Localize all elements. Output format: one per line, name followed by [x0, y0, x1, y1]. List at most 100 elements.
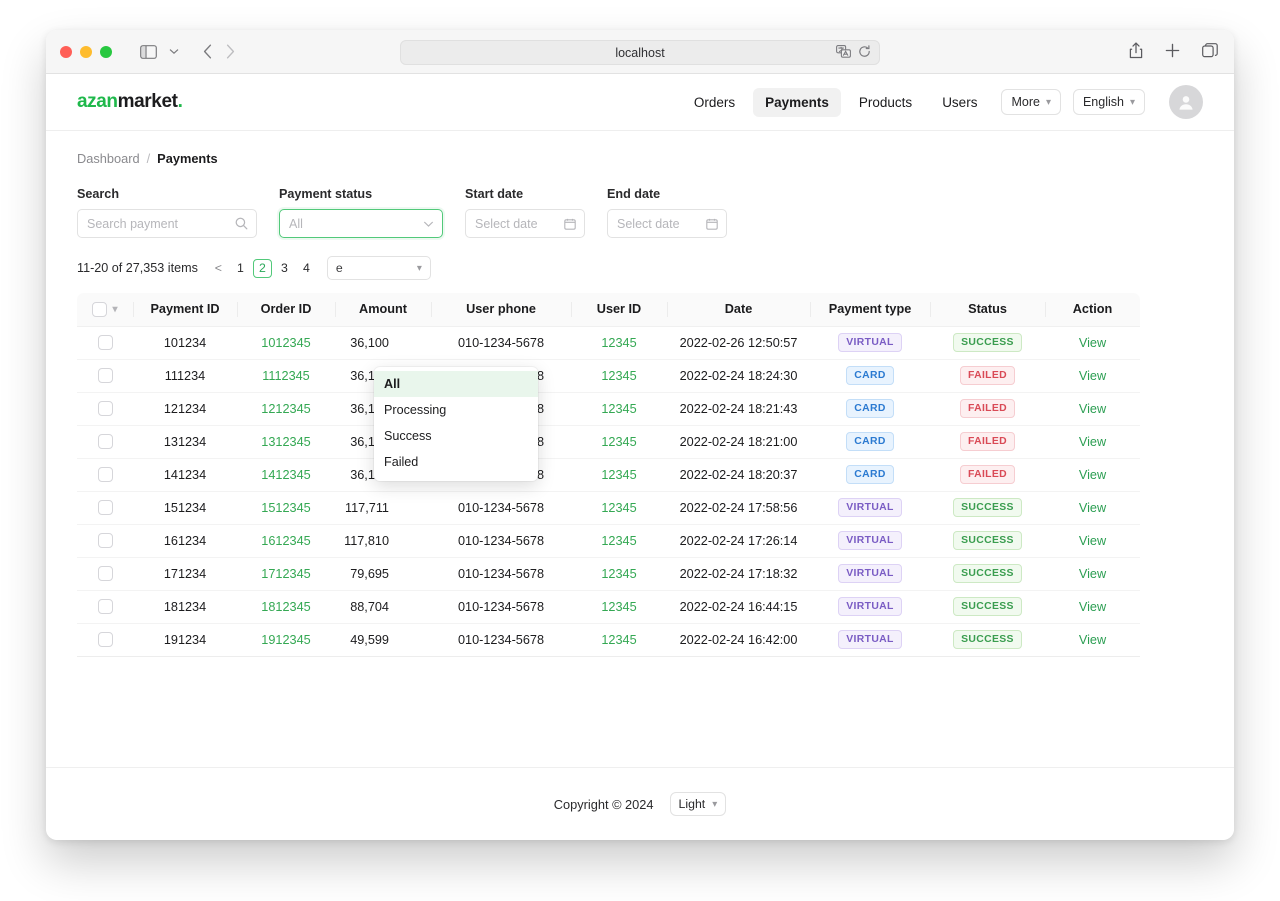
row-checkbox[interactable] — [98, 533, 113, 548]
close-window-button[interactable] — [60, 46, 72, 58]
dropdown-option-success[interactable]: Success — [374, 423, 538, 449]
user-id-link[interactable]: 12345 — [601, 633, 636, 647]
table-row[interactable]: 131234131234536,100010-1234-567812345202… — [77, 425, 1140, 458]
user-id-link[interactable]: 12345 — [601, 501, 636, 515]
row-checkbox-cell[interactable] — [77, 623, 133, 656]
table-row[interactable]: 141234141234536,100010-1234-567812345202… — [77, 458, 1140, 491]
cell-user-id[interactable]: 12345 — [571, 557, 667, 590]
row-checkbox-cell[interactable] — [77, 524, 133, 557]
cell-order-id[interactable]: 1312345 — [237, 425, 335, 458]
row-checkbox[interactable] — [98, 467, 113, 482]
cell-action[interactable]: View — [1045, 491, 1140, 524]
table-row[interactable]: 1612341612345117,810010-1234-56781234520… — [77, 524, 1140, 557]
search-icon[interactable] — [235, 217, 248, 230]
row-checkbox-cell[interactable] — [77, 491, 133, 524]
column-user-phone[interactable]: User phone — [431, 293, 571, 326]
view-link[interactable]: View — [1079, 534, 1106, 548]
plus-icon[interactable] — [1165, 43, 1180, 63]
nav-item-orders[interactable]: Orders — [682, 88, 747, 117]
avatar[interactable] — [1169, 85, 1203, 119]
order-id-link[interactable]: 1912345 — [261, 633, 310, 647]
page-size-select[interactable]: e ▾ — [327, 256, 431, 280]
tab-overview-icon[interactable] — [1202, 43, 1218, 63]
nav-item-products[interactable]: Products — [847, 88, 924, 117]
forward-arrow-icon[interactable] — [226, 44, 235, 59]
row-checkbox[interactable] — [98, 368, 113, 383]
column-payment-id[interactable]: Payment ID — [133, 293, 237, 326]
calendar-icon[interactable] — [706, 218, 718, 230]
row-checkbox[interactable] — [98, 632, 113, 647]
user-id-link[interactable]: 12345 — [601, 402, 636, 416]
order-id-link[interactable]: 1312345 — [261, 435, 310, 449]
nav-item-payments[interactable]: Payments — [753, 88, 841, 117]
table-row[interactable]: 121234121234536,100010-1234-567812345202… — [77, 392, 1140, 425]
user-id-link[interactable]: 12345 — [601, 567, 636, 581]
order-id-link[interactable]: 1512345 — [261, 501, 310, 515]
row-checkbox-cell[interactable] — [77, 326, 133, 359]
minimize-window-button[interactable] — [80, 46, 92, 58]
back-arrow-icon[interactable] — [203, 44, 212, 59]
order-id-link[interactable]: 1712345 — [261, 567, 310, 581]
view-link[interactable]: View — [1079, 633, 1106, 647]
cell-order-id[interactable]: 1612345 — [237, 524, 335, 557]
cell-user-id[interactable]: 12345 — [571, 458, 667, 491]
cell-user-id[interactable]: 12345 — [571, 425, 667, 458]
sidebar-icon[interactable] — [140, 45, 157, 59]
table-row[interactable]: 111234111234536,100010-1234-567812345202… — [77, 359, 1140, 392]
pagination-page-2[interactable]: 2 — [253, 259, 272, 278]
user-id-link[interactable]: 12345 — [601, 600, 636, 614]
start-date-input[interactable]: Select date — [465, 209, 585, 238]
maximize-window-button[interactable] — [100, 46, 112, 58]
cell-order-id[interactable]: 1812345 — [237, 590, 335, 623]
search-input[interactable]: Search payment — [77, 209, 257, 238]
cell-order-id[interactable]: 1112345 — [237, 359, 335, 392]
order-id-link[interactable]: 1412345 — [261, 468, 310, 482]
order-id-link[interactable]: 1212345 — [261, 402, 310, 416]
reload-icon[interactable] — [858, 45, 871, 61]
select-all-checkbox[interactable] — [92, 302, 107, 317]
address-bar[interactable]: localhost — [400, 40, 880, 65]
row-checkbox-cell[interactable] — [77, 359, 133, 392]
row-checkbox[interactable] — [98, 566, 113, 581]
table-row[interactable]: 101234101234536,100010-1234-567812345202… — [77, 326, 1140, 359]
language-select[interactable]: English ▾ — [1073, 89, 1145, 115]
cell-user-id[interactable]: 12345 — [571, 326, 667, 359]
order-id-link[interactable]: 1112345 — [262, 369, 310, 383]
cell-order-id[interactable]: 1512345 — [237, 491, 335, 524]
calendar-icon[interactable] — [564, 218, 576, 230]
translate-icon[interactable] — [836, 45, 851, 61]
column-amount[interactable]: Amount — [335, 293, 431, 326]
pagination-prev[interactable]: < — [209, 259, 228, 278]
cell-order-id[interactable]: 1212345 — [237, 392, 335, 425]
table-row[interactable]: 191234191234549,599010-1234-567812345202… — [77, 623, 1140, 656]
order-id-link[interactable]: 1612345 — [261, 534, 310, 548]
row-checkbox[interactable] — [98, 401, 113, 416]
end-date-input[interactable]: Select date — [607, 209, 727, 238]
row-checkbox-cell[interactable] — [77, 557, 133, 590]
share-icon[interactable] — [1129, 42, 1143, 64]
more-menu-button[interactable]: More ▾ — [1001, 89, 1061, 115]
row-checkbox-cell[interactable] — [77, 392, 133, 425]
user-id-link[interactable]: 12345 — [601, 435, 636, 449]
column-date[interactable]: Date — [667, 293, 810, 326]
row-checkbox[interactable] — [98, 599, 113, 614]
cell-action[interactable]: View — [1045, 392, 1140, 425]
column-user-id[interactable]: User ID — [571, 293, 667, 326]
cell-user-id[interactable]: 12345 — [571, 359, 667, 392]
table-row[interactable]: 1512341512345117,711010-1234-56781234520… — [77, 491, 1140, 524]
cell-order-id[interactable]: 1912345 — [237, 623, 335, 656]
cell-order-id[interactable]: 1012345 — [237, 326, 335, 359]
cell-user-id[interactable]: 12345 — [571, 590, 667, 623]
view-link[interactable]: View — [1079, 402, 1106, 416]
column-order-id[interactable]: Order ID — [237, 293, 335, 326]
dropdown-option-processing[interactable]: Processing — [374, 397, 538, 423]
user-id-link[interactable]: 12345 — [601, 369, 636, 383]
cell-user-id[interactable]: 12345 — [571, 392, 667, 425]
cell-action[interactable]: View — [1045, 623, 1140, 656]
cell-user-id[interactable]: 12345 — [571, 623, 667, 656]
view-link[interactable]: View — [1079, 435, 1106, 449]
row-checkbox-cell[interactable] — [77, 458, 133, 491]
cell-user-id[interactable]: 12345 — [571, 524, 667, 557]
cell-action[interactable]: View — [1045, 425, 1140, 458]
table-row[interactable]: 181234181234588,704010-1234-567812345202… — [77, 590, 1140, 623]
